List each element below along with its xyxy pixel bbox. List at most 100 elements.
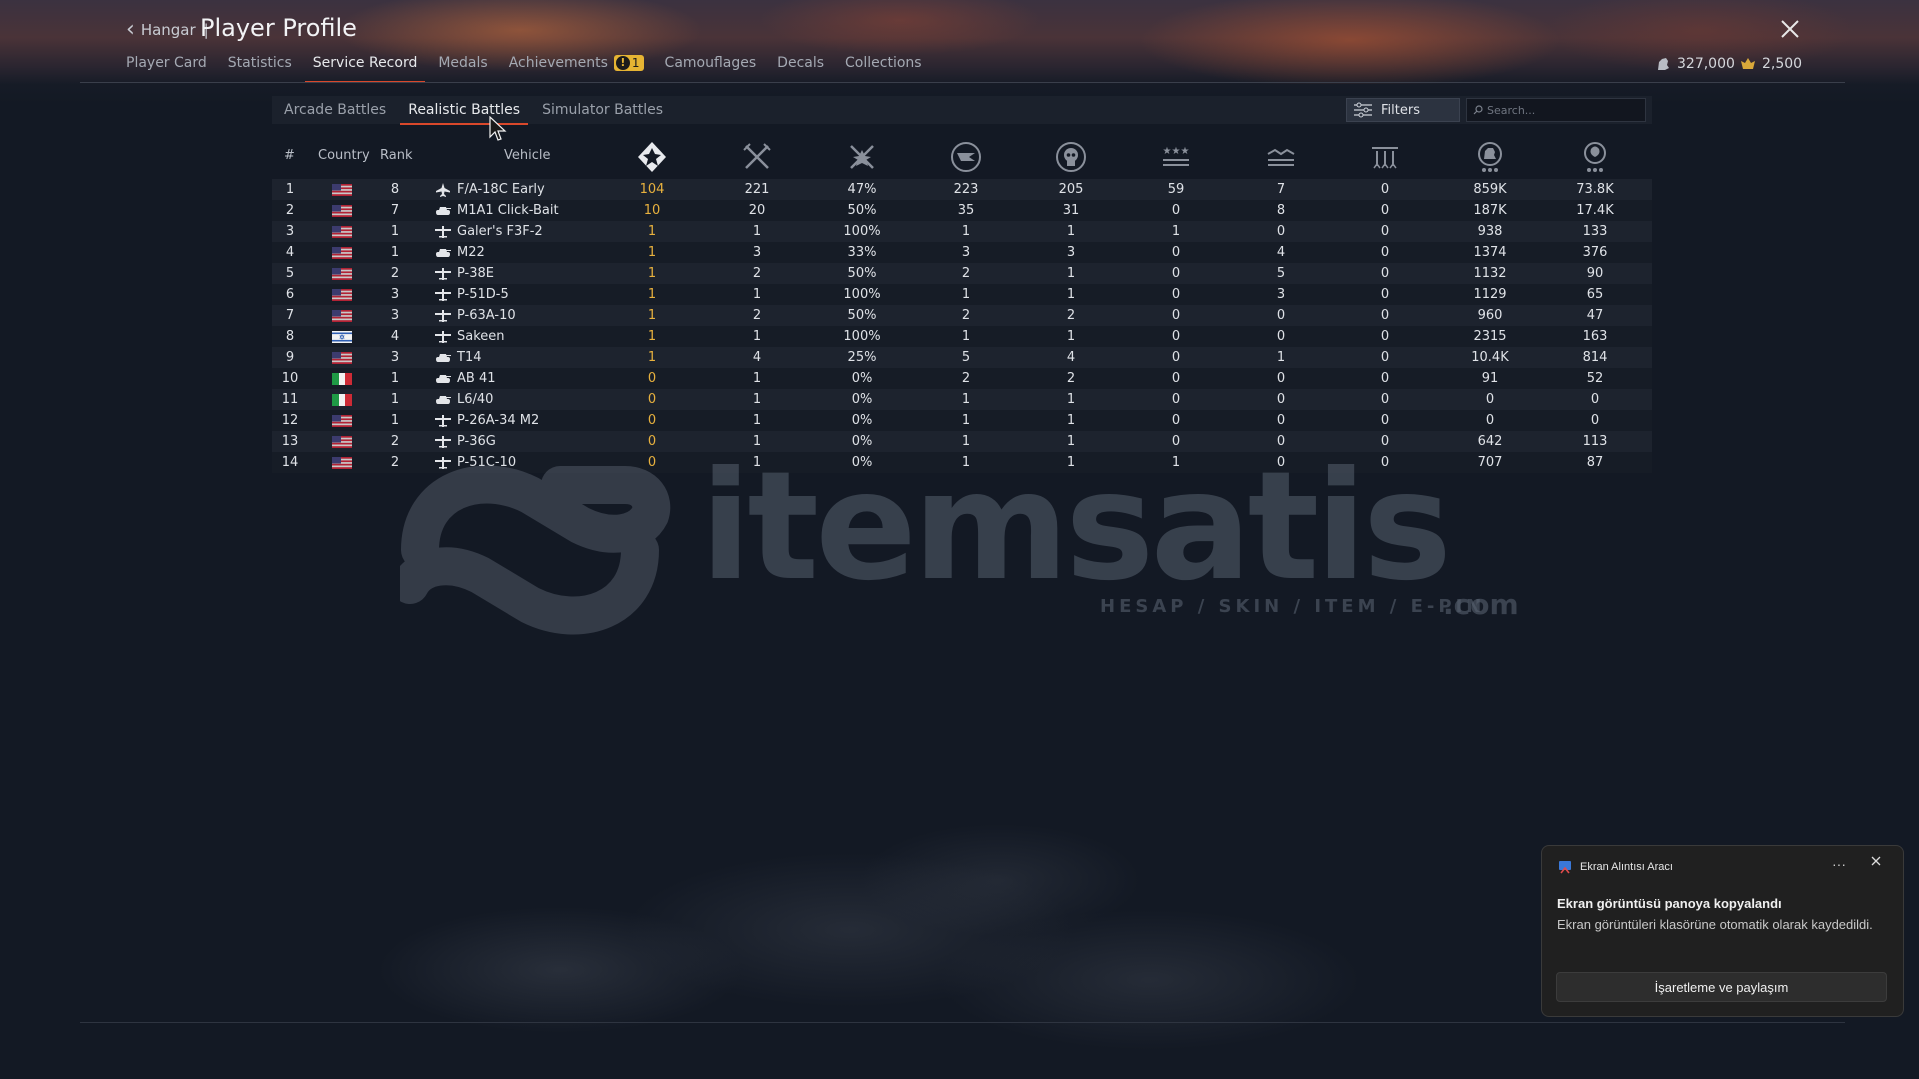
vehicle-name[interactable]: AB 41 [457,371,496,386]
table-row[interactable]: 10 1 AB 41 0 1 0% 2 2 0 0 0 91 52 [272,368,1652,389]
table-row[interactable]: 8 4 Sakeen 1 1 100% 1 1 0 0 0 2315 163 [272,326,1652,347]
stat-cell: 1 [752,287,762,302]
stat-cell: 0 [1590,413,1600,428]
search-box[interactable] [1466,98,1646,122]
stat-cell: 205 [1058,182,1084,197]
close-icon[interactable] [1778,18,1802,42]
col-header-country[interactable]: Country [318,148,370,163]
tab-camouflages[interactable]: Camouflages [665,55,757,77]
col-header-number[interactable]: # [284,148,295,163]
battles-icon[interactable] [740,140,774,174]
flag-it-icon [332,373,352,385]
stat-cell: 0 [1171,266,1181,281]
research-points-icon[interactable] [1578,140,1612,174]
vehicle-rank: 2 [390,266,400,281]
tab-achievements-label: Achievements [508,55,608,71]
stat-cell: 0 [1276,392,1286,407]
col-header-rank[interactable]: Rank [380,148,412,163]
deaths-icon[interactable] [1054,140,1088,174]
vehicle-name[interactable]: P-51D-5 [457,287,509,302]
notification-app: Ekran Alıntısı Aracı [1558,860,1673,874]
respawns-icon[interactable] [949,140,983,174]
table-row[interactable]: 5 2 P-38E 1 2 50% 2 1 0 5 0 1132 90 [272,263,1652,284]
row-number: 5 [285,266,295,281]
stat-cell: 87 [1586,455,1604,470]
stat-cell: 0 [1485,392,1495,407]
tab-achievements[interactable]: Achievements! 1 [509,55,644,77]
vehicle-name[interactable]: M22 [457,245,485,260]
notification-body: Ekran görüntüleri klasörüne otomatik ola… [1557,917,1873,932]
stat-cell: 0 [1380,224,1390,239]
stat-cell: 10.4K [1471,350,1509,365]
row-number: 14 [281,455,299,470]
vehicle-name[interactable]: P-63A-10 [457,308,516,323]
stat-cell: 0% [851,413,873,428]
tab-medals[interactable]: Medals [438,55,487,77]
page-title: Player Profile [200,14,357,42]
vehicle-name[interactable]: F/A-18C Early [457,182,545,197]
flag-us-icon [332,184,352,196]
tab-simulator-battles[interactable]: Simulator Battles [542,102,663,118]
markup-and-share-button[interactable]: İşaretleme ve paylaşım [1556,972,1887,1002]
table-row[interactable]: 11 1 L6/40 0 1 0% 1 1 0 0 0 0 0 [272,389,1652,410]
table-row[interactable]: 12 1 P-26A-34 M2 0 1 0% 1 1 0 0 0 0 0 [272,410,1652,431]
stat-cell: 0% [851,371,873,386]
stat-cell: 10 [643,203,661,218]
stat-cell: 0 [1276,413,1286,428]
stat-cell: 50% [847,203,877,218]
vehicle-name[interactable]: P-38E [457,266,494,281]
filters-button[interactable]: Filters [1346,98,1460,122]
stat-cell: 0 [1380,266,1390,281]
tab-decals[interactable]: Decals [777,55,824,77]
stat-cell: 1 [752,392,762,407]
naval-kills-icon[interactable] [1368,140,1402,174]
table-row[interactable]: 2 7 M1A1 Click-Bait 10 20 50% 35 31 0 8 0 187K 17.4K [272,200,1652,221]
air-kills-icon[interactable]: ★★★ [1159,140,1193,174]
stat-cell: 100% [843,287,881,302]
plane-icon [435,414,451,428]
victories-icon[interactable] [635,140,669,174]
tank-icon [435,393,451,407]
tab-statistics[interactable]: Statistics [228,55,292,77]
vehicle-name[interactable]: P-36G [457,434,496,449]
vehicle-name[interactable]: P-26A-34 M2 [457,413,539,428]
table-row[interactable]: 3 1 Galer's F3F-2 1 1 100% 1 1 1 0 0 938 133 [272,221,1652,242]
search-input[interactable] [1487,103,1637,117]
header-divider [80,82,1845,83]
table-row[interactable]: 7 3 P-63A-10 1 2 50% 2 2 0 0 0 960 47 [272,305,1652,326]
lions-earned-icon[interactable] [1473,140,1507,174]
ground-kills-icon[interactable] [1264,140,1298,174]
stat-cell: 0% [851,392,873,407]
snipping-tool-notification[interactable]: Ekran Alıntısı Aracı ··· Ekran görüntüsü… [1541,845,1904,1017]
close-notification-icon[interactable] [1870,854,1882,870]
vehicle-name[interactable]: M1A1 Click-Bait [457,203,559,218]
vehicle-name[interactable]: Galer's F3F-2 [457,224,543,239]
stat-cell: 2 [752,308,762,323]
stat-cell: 960 [1477,308,1503,323]
col-header-vehicle[interactable]: Vehicle [504,148,551,163]
jet-icon [435,183,451,197]
more-options-icon[interactable]: ··· [1832,856,1846,872]
stat-cell: 0 [1171,203,1181,218]
tab-service-record[interactable]: Service Record [304,55,425,83]
vehicle-name[interactable]: T14 [457,350,481,365]
flag-us-icon [332,226,352,238]
tab-collections[interactable]: Collections [845,55,922,77]
back-to-hangar-button[interactable]: ‹ Hangar | [126,19,209,41]
stat-cell: 1 [647,245,657,260]
stat-cell: 1 [961,413,971,428]
stat-cell: 0 [1171,245,1181,260]
vehicle-name[interactable]: L6/40 [457,392,493,407]
stat-cell: 0 [647,434,657,449]
win-rate-icon[interactable] [845,140,879,174]
stat-cell: 0 [1276,308,1286,323]
stat-cell: 3 [961,245,971,260]
table-row[interactable]: 6 3 P-51D-5 1 1 100% 1 1 0 3 0 1129 65 [272,284,1652,305]
table-row[interactable]: 4 1 M22 1 3 33% 3 3 0 4 0 1374 376 [272,242,1652,263]
table-row[interactable]: 1 8 F/A-18C Early 104 221 47% 223 205 59 7 0 859K 73… [272,179,1652,200]
tab-player-card[interactable]: Player Card [126,55,207,77]
tab-arcade-battles[interactable]: Arcade Battles [284,102,386,118]
stat-cell: 1 [961,329,971,344]
table-row[interactable]: 9 3 T14 1 4 25% 5 4 0 1 0 10.4K 814 [272,347,1652,368]
vehicle-name[interactable]: Sakeen [457,329,505,344]
